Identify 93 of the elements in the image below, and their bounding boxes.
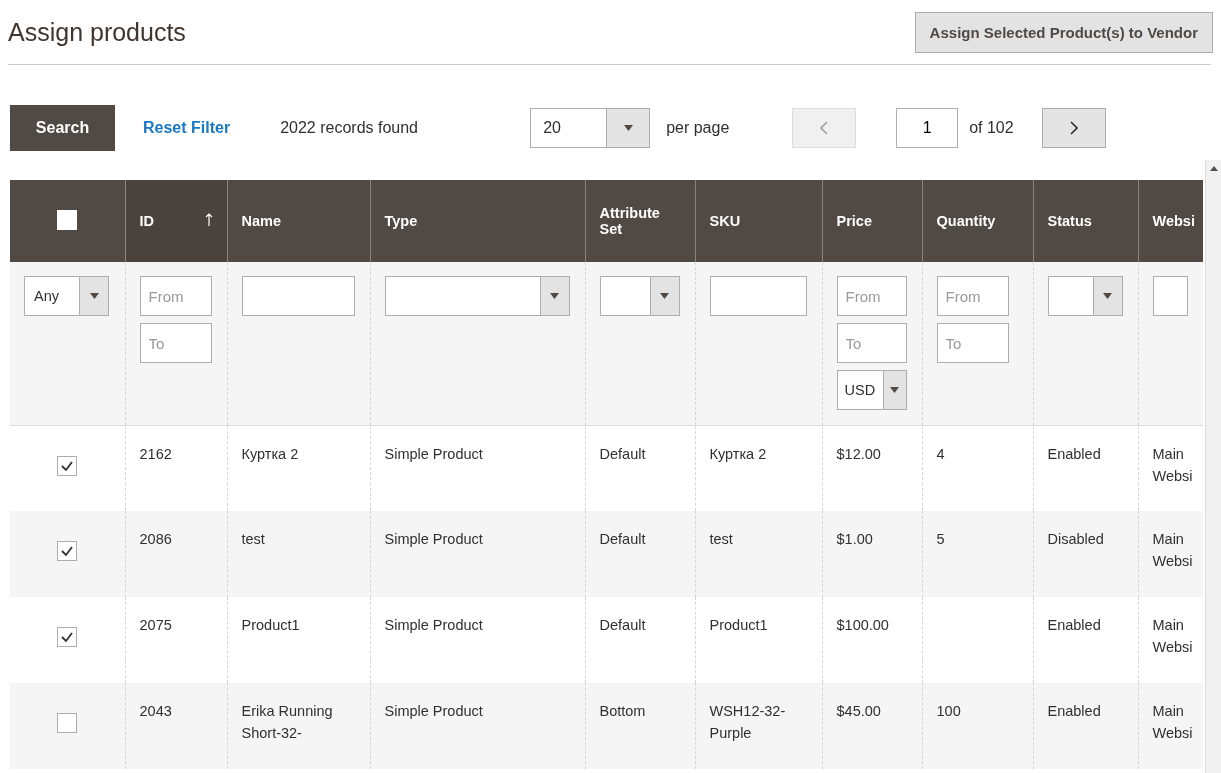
table-cell: Product1 [241, 617, 300, 633]
page-number-field[interactable]: 1 [896, 108, 959, 148]
column-header[interactable]: Quantity [936, 213, 996, 229]
column-header[interactable]: Price [836, 213, 872, 229]
column-header[interactable]: SKU [709, 213, 741, 229]
filter-input[interactable]: To [936, 323, 1009, 363]
per-page-label: per page [666, 119, 731, 137]
filter-input[interactable]: From [936, 276, 1009, 316]
caret-icon [623, 125, 633, 131]
column-header-cell[interactable]: Price [822, 180, 922, 262]
table-cell: Simple Product [384, 617, 483, 633]
filter-dropdown[interactable] [599, 276, 680, 316]
scrollbar[interactable] [1205, 160, 1221, 773]
filter-input[interactable]: From [836, 276, 907, 316]
caret-icon [89, 293, 99, 299]
filter-input[interactable]: From [139, 276, 212, 316]
table-cell: 100 [936, 703, 961, 719]
table-cell: 5 [936, 531, 945, 547]
table-cell: 2075 [139, 617, 172, 633]
filter-input[interactable] [709, 276, 807, 316]
filter-input[interactable]: To [139, 323, 212, 363]
sort-arrow-icon [204, 213, 213, 226]
table-cell: WSH12-32-Purple [709, 703, 786, 741]
right-chevron-icon [1069, 121, 1078, 135]
row-checkbox[interactable] [57, 541, 78, 561]
page-count: of 102 [969, 119, 1014, 137]
column-header[interactable]: Websi [1152, 213, 1195, 229]
table-cell: 2162 [139, 445, 172, 462]
table-cell: Enabled [1047, 445, 1101, 462]
table-cell: $12.00 [836, 445, 881, 462]
table-cell: Simple Product [384, 445, 483, 462]
column-header-cell[interactable]: Status [1033, 180, 1138, 262]
per-page-dropdown[interactable]: 20 [530, 108, 651, 148]
table-cell: Main Websi [1152, 703, 1193, 741]
page-title: Assign products [8, 17, 186, 47]
table-cell: test [241, 531, 265, 547]
table-cell: Product1 [709, 617, 768, 633]
column-header-cell[interactable]: ID [125, 180, 227, 262]
table-cell: $45.00 [836, 703, 881, 719]
table-cell: Default [599, 445, 646, 462]
caret-icon [1103, 293, 1112, 299]
filter-dropdown[interactable] [1047, 276, 1123, 316]
row-checkbox[interactable] [57, 455, 78, 476]
row-checkbox[interactable] [57, 713, 78, 733]
table-cell: Bottom [599, 703, 646, 719]
table-cell: $100.00 [836, 617, 889, 633]
left-chevron-icon [820, 121, 829, 135]
table-cell: test [709, 531, 733, 547]
column-header[interactable]: Attribute Set [599, 205, 681, 237]
table-cell: Main Websi [1152, 617, 1193, 655]
column-header[interactable]: Status [1047, 213, 1092, 229]
table-cell: Simple Product [384, 703, 483, 719]
table-cell: Simple Product [384, 531, 483, 547]
table-cell: 2043 [139, 703, 172, 719]
table-cell: Куртка 2 [709, 445, 767, 462]
table-cell: 2086 [139, 531, 172, 547]
column-header[interactable]: Type [384, 213, 418, 229]
column-header-cell[interactable]: Attribute Set [585, 180, 695, 262]
caret-icon [550, 293, 559, 299]
caret-icon [890, 387, 899, 393]
filter-input[interactable] [1152, 276, 1188, 316]
table-cell: Enabled [1047, 617, 1101, 633]
column-header-cell[interactable]: Quantity [922, 180, 1033, 262]
column-header-cell[interactable]: Type [370, 180, 585, 262]
filter-dropdown[interactable] [384, 276, 570, 316]
column-header[interactable]: Name [241, 213, 281, 229]
assign-button[interactable]: Assign Selected Product(s) to Vendor [914, 11, 1213, 53]
table-cell: Enabled [1047, 703, 1101, 719]
table-cell: Куртка 2 [241, 445, 299, 462]
table-cell: Default [599, 617, 646, 633]
row-checkbox[interactable] [57, 627, 78, 647]
filter-dropdown[interactable]: Any [24, 276, 109, 316]
table-cell: Main Websi [1152, 445, 1193, 484]
table-cell: Erika Running Short-32- [241, 703, 333, 741]
filter-input[interactable]: To [836, 323, 907, 363]
caret-icon [660, 293, 669, 299]
select-all-checkbox[interactable] [57, 209, 78, 230]
column-header[interactable]: ID [139, 213, 154, 229]
reset-filter-link[interactable]: Reset Filter [143, 119, 231, 137]
next-page-button[interactable] [1041, 108, 1106, 148]
table-cell: $1.00 [836, 531, 873, 547]
table-cell: 4 [936, 445, 945, 462]
column-header-cell[interactable]: SKU [695, 180, 822, 262]
table-cell: Default [599, 531, 646, 547]
scroll-up-icon[interactable] [1209, 166, 1218, 171]
records-count: 2022 records found [280, 119, 419, 137]
column-header-cell[interactable]: Websi [1138, 180, 1203, 262]
filter-input[interactable] [241, 276, 355, 316]
column-header-cell[interactable]: Name [227, 180, 370, 262]
table-cell: Main Websi [1152, 531, 1193, 569]
currency-dropdown[interactable]: USD [836, 370, 907, 410]
table-cell: Disabled [1047, 531, 1104, 547]
search-button[interactable]: Search [10, 105, 115, 151]
